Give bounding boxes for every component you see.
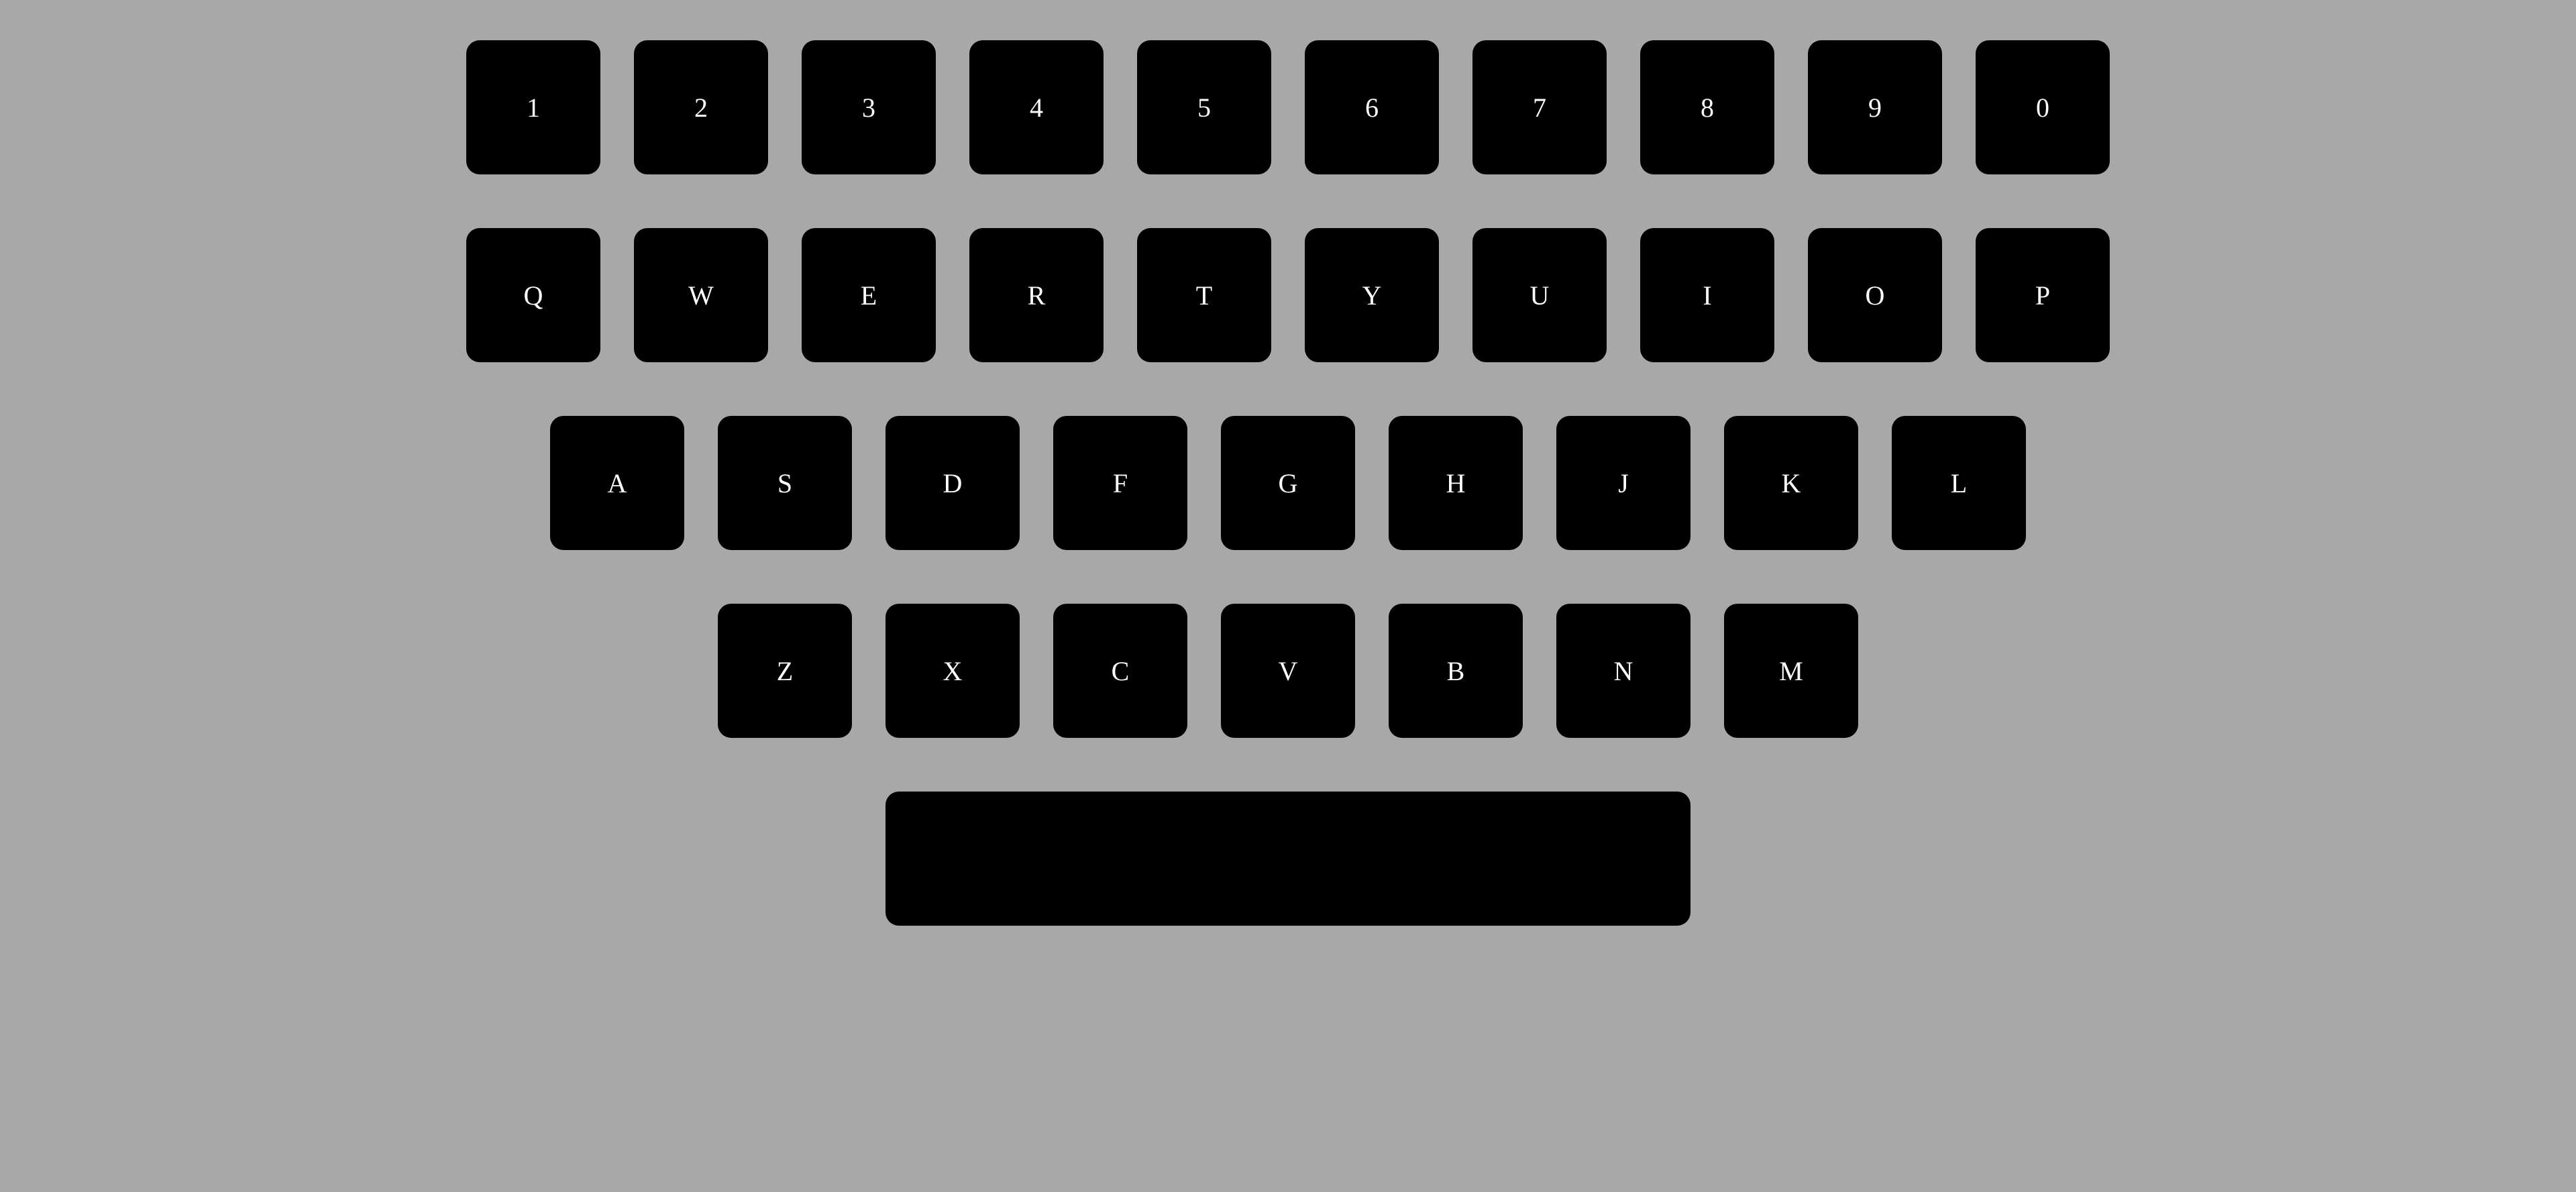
- space-key[interactable]: [885, 792, 1690, 926]
- key-d[interactable]: D: [885, 416, 1020, 550]
- key-v[interactable]: V: [1221, 604, 1355, 738]
- keyboard-row-space: [0, 792, 2576, 926]
- key-g[interactable]: G: [1221, 416, 1355, 550]
- key-b[interactable]: B: [1389, 604, 1523, 738]
- key-u[interactable]: U: [1472, 228, 1607, 362]
- key-2[interactable]: 2: [634, 40, 768, 174]
- key-w[interactable]: W: [634, 228, 768, 362]
- key-q[interactable]: Q: [466, 228, 600, 362]
- key-i[interactable]: I: [1640, 228, 1774, 362]
- key-y[interactable]: Y: [1305, 228, 1439, 362]
- key-m[interactable]: M: [1724, 604, 1858, 738]
- virtual-keyboard: 1 2 3 4 5 6 7 8 9 0 Q W E R T Y U I O P …: [0, 0, 2576, 1192]
- key-e[interactable]: E: [802, 228, 936, 362]
- key-o[interactable]: O: [1808, 228, 1942, 362]
- key-1[interactable]: 1: [466, 40, 600, 174]
- key-z[interactable]: Z: [718, 604, 852, 738]
- key-c[interactable]: C: [1053, 604, 1187, 738]
- keyboard-row-bottom: Z X C V B N M: [0, 604, 2576, 738]
- key-s[interactable]: S: [718, 416, 852, 550]
- key-8[interactable]: 8: [1640, 40, 1774, 174]
- key-k[interactable]: K: [1724, 416, 1858, 550]
- key-x[interactable]: X: [885, 604, 1020, 738]
- key-l[interactable]: L: [1892, 416, 2026, 550]
- key-5[interactable]: 5: [1137, 40, 1271, 174]
- key-f[interactable]: F: [1053, 416, 1187, 550]
- key-4[interactable]: 4: [969, 40, 1104, 174]
- keyboard-row-digits: 1 2 3 4 5 6 7 8 9 0: [0, 40, 2576, 174]
- key-3[interactable]: 3: [802, 40, 936, 174]
- key-6[interactable]: 6: [1305, 40, 1439, 174]
- keyboard-row-qwerty: Q W E R T Y U I O P: [0, 228, 2576, 362]
- key-h[interactable]: H: [1389, 416, 1523, 550]
- key-a[interactable]: A: [550, 416, 684, 550]
- key-j[interactable]: J: [1556, 416, 1690, 550]
- key-0[interactable]: 0: [1976, 40, 2110, 174]
- key-r[interactable]: R: [969, 228, 1104, 362]
- key-7[interactable]: 7: [1472, 40, 1607, 174]
- keyboard-row-home: A S D F G H J K L: [0, 416, 2576, 550]
- key-t[interactable]: T: [1137, 228, 1271, 362]
- key-9[interactable]: 9: [1808, 40, 1942, 174]
- key-p[interactable]: P: [1976, 228, 2110, 362]
- key-n[interactable]: N: [1556, 604, 1690, 738]
